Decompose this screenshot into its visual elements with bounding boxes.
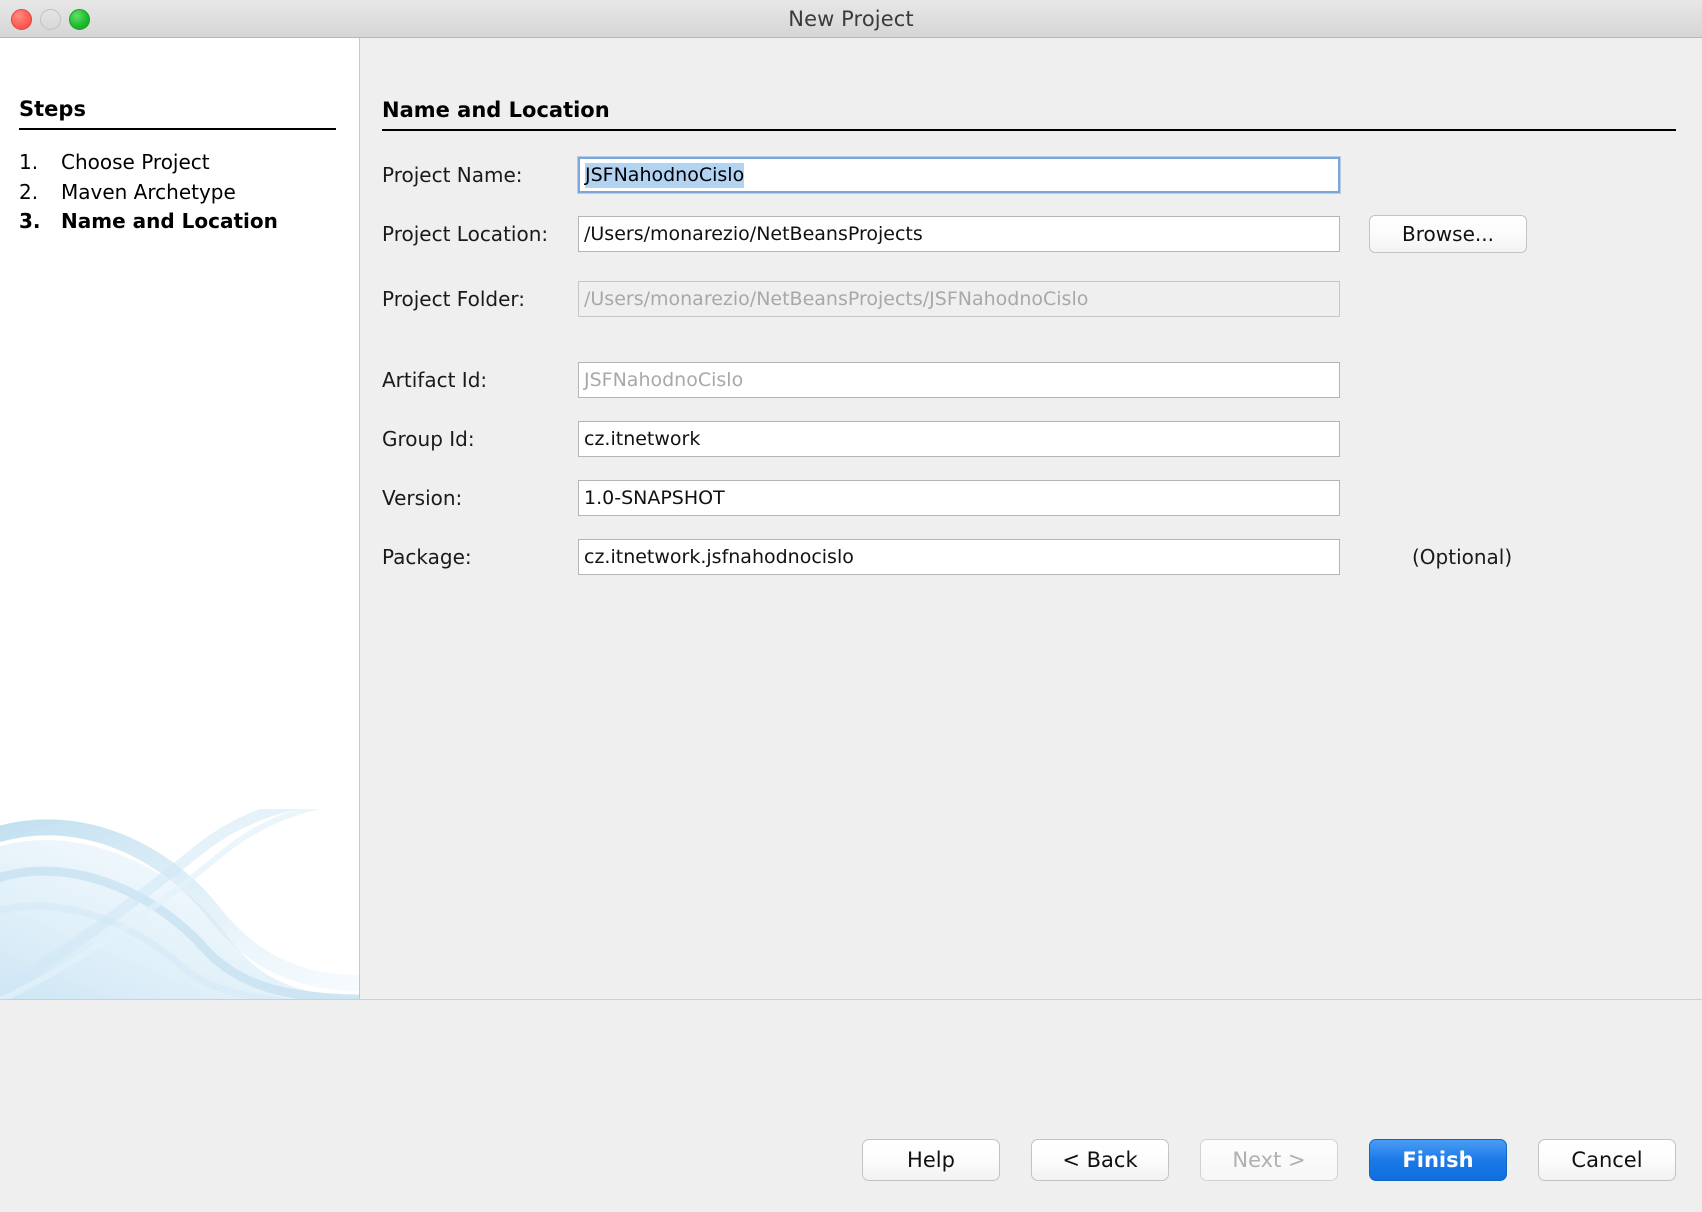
group-id-input[interactable]: cz.itnetwork [578, 421, 1340, 457]
browse-button[interactable]: Browse... [1369, 215, 1527, 253]
project-folder-input: /Users/monarezio/NetBeansProjects/JSFNah… [578, 281, 1340, 317]
artifact-id-label: Artifact Id: [382, 368, 488, 392]
step-number: 3. [19, 209, 41, 233]
steps-heading-rule [19, 128, 336, 130]
project-name-input[interactable]: JSFNahodnoCislo [578, 157, 1340, 193]
package-label: Package: [382, 545, 472, 569]
new-project-dialog: New Project Steps 1. Choose Project 2. M… [0, 0, 1702, 1212]
version-input[interactable]: 1.0-SNAPSHOT [578, 480, 1340, 516]
panel-title: Name and Location [382, 98, 610, 122]
project-folder-label: Project Folder: [382, 287, 525, 311]
step-item-maven-archetype[interactable]: 2. Maven Archetype [19, 178, 349, 208]
dialog-footer: Help < Back Next > Finish Cancel [0, 999, 1702, 1211]
dialog-content: Steps 1. Choose Project 2. Maven Archety… [0, 38, 1702, 999]
next-button: Next > [1200, 1139, 1338, 1181]
package-optional-note: (Optional) [1412, 545, 1513, 569]
artifact-id-input[interactable]: JSFNahodnoCislo [578, 362, 1340, 398]
step-item-choose-project[interactable]: 1. Choose Project [19, 148, 349, 178]
step-number: 2. [19, 179, 39, 204]
version-label: Version: [382, 486, 463, 510]
step-label: Choose Project [61, 150, 210, 174]
cancel-button[interactable]: Cancel [1538, 1139, 1676, 1181]
window-titlebar: New Project [0, 0, 1702, 38]
project-name-value: JSFNahodnoCislo [585, 163, 745, 188]
steps-sidebar: Steps 1. Choose Project 2. Maven Archety… [0, 38, 360, 999]
steps-list: 1. Choose Project 2. Maven Archetype 3. … [19, 148, 349, 237]
step-label: Name and Location [61, 209, 278, 233]
window-title: New Project [788, 7, 914, 31]
step-label: Maven Archetype [61, 179, 236, 204]
name-and-location-panel: Name and Location Project Name: JSFNahod… [360, 38, 1702, 999]
footer-button-bar: Help < Back Next > Finish Cancel [862, 1139, 1676, 1181]
decorative-swoosh-graphic [0, 809, 359, 999]
help-button[interactable]: Help [862, 1139, 1000, 1181]
back-button[interactable]: < Back [1031, 1139, 1169, 1181]
step-number: 1. [19, 150, 39, 174]
finish-button[interactable]: Finish [1369, 1139, 1507, 1181]
step-item-name-and-location[interactable]: 3. Name and Location [19, 207, 349, 237]
project-location-input[interactable]: /Users/monarezio/NetBeansProjects [578, 216, 1340, 252]
group-id-label: Group Id: [382, 427, 475, 451]
steps-heading: Steps [19, 97, 86, 121]
project-location-label: Project Location: [382, 222, 549, 246]
project-name-label: Project Name: [382, 163, 523, 187]
package-input[interactable]: cz.itnetwork.jsfnahodnocislo [578, 539, 1340, 575]
panel-title-rule [382, 129, 1676, 131]
